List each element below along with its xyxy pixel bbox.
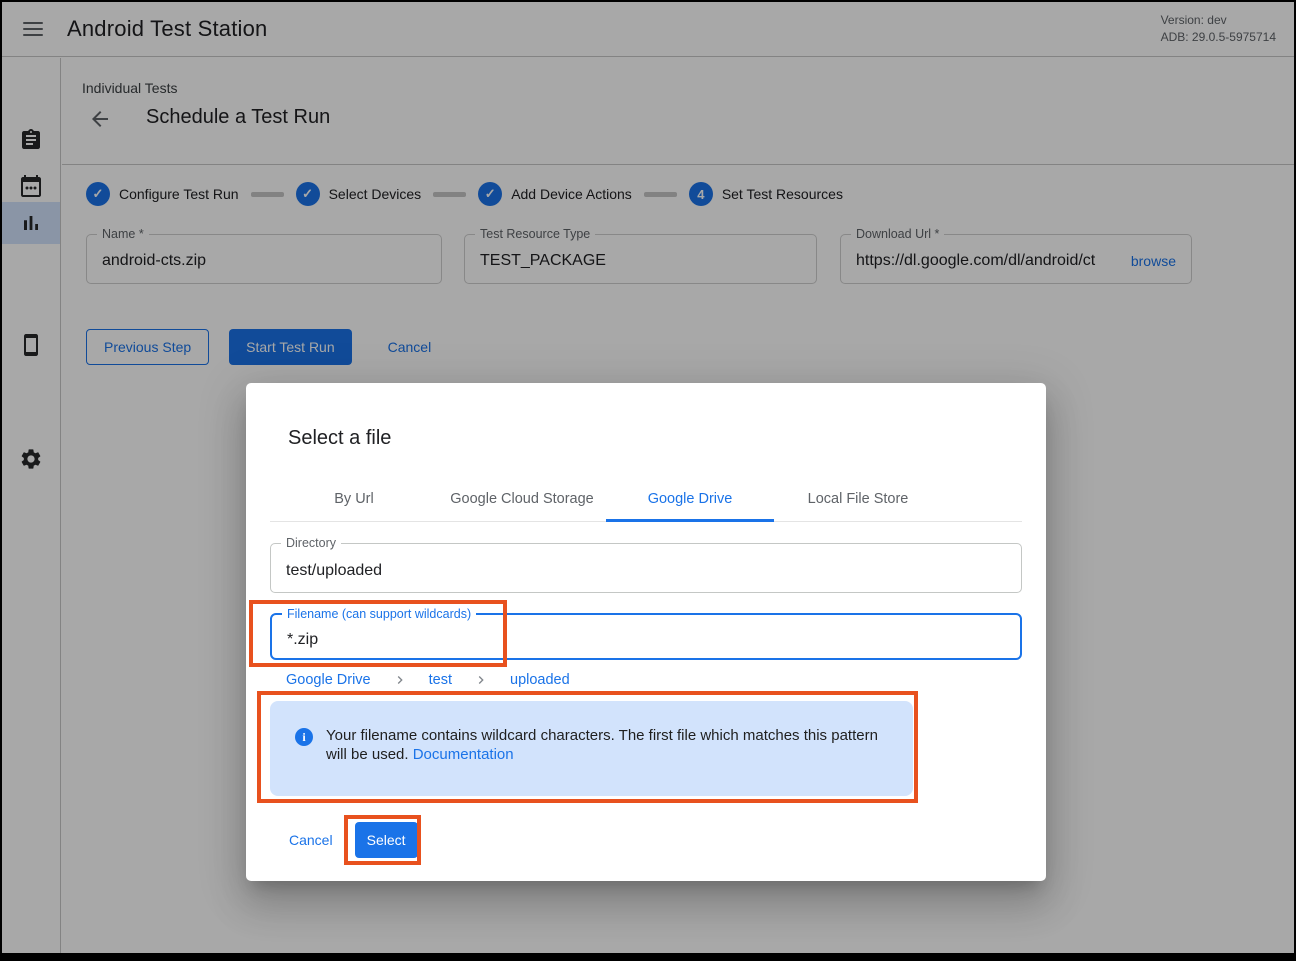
dialog-cancel-button[interactable]: Cancel [281, 822, 341, 858]
dialog-tabs: By Url Google Cloud Storage Google Drive… [270, 477, 1022, 522]
breadcrumb-google-drive[interactable]: Google Drive [286, 672, 371, 688]
dialog-select-button[interactable]: Select [355, 822, 418, 858]
dialog-title: Select a file [246, 383, 1046, 450]
documentation-link[interactable]: Documentation [413, 746, 514, 763]
breadcrumb-test[interactable]: test [429, 672, 452, 688]
directory-field[interactable]: Directory test/uploaded [270, 543, 1022, 593]
tab-google-drive[interactable]: Google Drive [606, 477, 774, 521]
select-file-dialog: Select a file By Url Google Cloud Storag… [246, 383, 1046, 881]
wildcard-info-banner: i Your filename contains wildcard charac… [270, 701, 913, 796]
dialog-actions: Cancel Select [281, 822, 1046, 858]
info-message: Your filename contains wildcard characte… [326, 726, 893, 764]
tab-by-url[interactable]: By Url [270, 477, 438, 521]
app-window: Android Test Station Version: dev ADB: 2… [2, 2, 1294, 953]
info-icon: i [295, 728, 313, 746]
chevron-right-icon [392, 672, 408, 688]
filename-field[interactable]: Filename (can support wildcards) *.zip [270, 613, 1022, 660]
drive-breadcrumb: Google Drive test uploaded [286, 672, 1022, 688]
breadcrumb-uploaded[interactable]: uploaded [510, 672, 570, 688]
chevron-right-icon [473, 672, 489, 688]
tab-local-file-store[interactable]: Local File Store [774, 477, 942, 521]
tab-google-cloud-storage[interactable]: Google Cloud Storage [438, 477, 606, 521]
